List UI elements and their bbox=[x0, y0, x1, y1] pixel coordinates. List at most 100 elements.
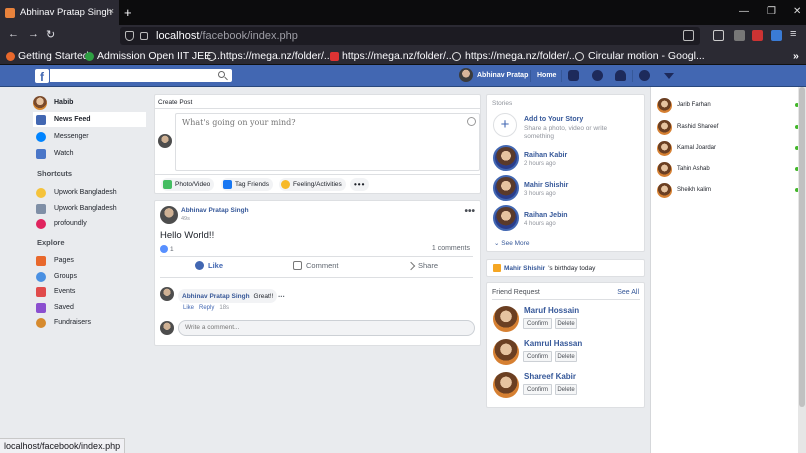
delete-button[interactable]: Delete bbox=[555, 384, 577, 395]
chat-contact[interactable]: Rashid Shareef bbox=[657, 119, 799, 135]
story-name[interactable]: Mahir Shishir bbox=[524, 182, 568, 189]
shield-icon[interactable] bbox=[125, 31, 134, 41]
friend-request-name[interactable]: Kamrul Hassan bbox=[524, 339, 582, 348]
emoji-icon[interactable] bbox=[467, 117, 476, 126]
sidebar-item-messenger[interactable]: Messenger bbox=[33, 129, 146, 144]
feeling-activity-button[interactable]: Feeling/Activities bbox=[279, 178, 346, 191]
browser-tab[interactable]: Abhinav Pratap Singh × bbox=[0, 0, 119, 25]
help-icon[interactable] bbox=[639, 70, 650, 81]
story-name[interactable]: Raihan Jebin bbox=[524, 212, 568, 219]
messenger-icon[interactable] bbox=[592, 70, 603, 81]
comment-options-button[interactable]: ... bbox=[278, 290, 285, 299]
comment-button[interactable]: Comment bbox=[293, 261, 339, 270]
menu-icon[interactable]: ≡ bbox=[790, 28, 796, 40]
avatar[interactable] bbox=[160, 287, 174, 301]
chat-contact[interactable]: Jarib Farhan bbox=[657, 97, 799, 113]
url-bar[interactable]: localhost/facebook/index.php bbox=[120, 27, 700, 45]
bookmark-item[interactable]: https://mega.nz/folder/... bbox=[207, 50, 333, 62]
like-button[interactable]: Like bbox=[195, 261, 223, 270]
delete-button[interactable]: Delete bbox=[555, 351, 577, 362]
forward-icon[interactable]: → bbox=[28, 28, 39, 40]
story-avatar[interactable] bbox=[493, 145, 519, 171]
shortcut-item[interactable]: profoundly bbox=[33, 216, 146, 231]
search-input[interactable] bbox=[50, 69, 232, 82]
window-close-icon[interactable]: ✕ bbox=[793, 6, 801, 17]
minimize-icon[interactable]: — bbox=[739, 6, 749, 17]
notifications-icon[interactable] bbox=[615, 70, 626, 81]
bookmark-item[interactable]: https://mega.nz/folder/... bbox=[330, 50, 455, 62]
tag-friends-button[interactable]: Tag Friends bbox=[221, 178, 273, 191]
friend-request-avatar[interactable] bbox=[493, 372, 519, 398]
post-options-button[interactable]: ••• bbox=[464, 206, 475, 217]
pocket-icon[interactable] bbox=[713, 30, 724, 41]
explore-item[interactable]: Saved bbox=[33, 300, 146, 315]
restore-icon[interactable]: ❐ bbox=[767, 6, 776, 17]
friend-request-name[interactable]: Maruf Hossain bbox=[524, 306, 579, 315]
bookmark-item[interactable]: Admission Open IIT JEE ... bbox=[85, 50, 223, 62]
explore-item[interactable]: Fundraisers bbox=[33, 315, 146, 330]
delete-button[interactable]: Delete bbox=[555, 318, 577, 329]
more-options-button[interactable]: ••• bbox=[350, 178, 370, 191]
chat-contact[interactable]: Tahin Ashab bbox=[657, 161, 799, 177]
comment-reply-link[interactable]: Reply bbox=[199, 305, 214, 311]
friend-requests-icon[interactable] bbox=[568, 70, 579, 81]
explore-item[interactable]: Groups bbox=[33, 269, 146, 284]
bookmark-item[interactable]: Circular motion - Googl... bbox=[575, 50, 705, 62]
home-link[interactable]: Home bbox=[537, 72, 556, 79]
explore-item[interactable]: Pages bbox=[33, 253, 146, 268]
comment-like-link[interactable]: Like bbox=[183, 305, 194, 311]
confirm-button[interactable]: Confirm bbox=[523, 318, 552, 329]
post-composer[interactable] bbox=[175, 113, 480, 171]
back-icon[interactable]: ← bbox=[8, 28, 19, 40]
sidebar-item-news-feed[interactable]: News Feed bbox=[33, 112, 146, 127]
header-user-name[interactable]: Abhinav Pratap bbox=[477, 72, 528, 79]
new-tab-button[interactable]: + bbox=[124, 5, 132, 20]
confirm-button[interactable]: Confirm bbox=[523, 384, 552, 395]
sidebar-profile[interactable]: Habib bbox=[33, 95, 146, 110]
facebook-logo-icon[interactable]: f bbox=[35, 69, 49, 84]
friend-request-avatar[interactable] bbox=[493, 306, 519, 332]
extension-icon[interactable] bbox=[752, 30, 763, 41]
see-all-link[interactable]: See All bbox=[617, 289, 639, 296]
search-icon[interactable] bbox=[218, 71, 225, 78]
like-count[interactable]: 1 bbox=[160, 245, 174, 253]
page-info-icon[interactable] bbox=[140, 32, 148, 40]
story-avatar[interactable] bbox=[493, 205, 519, 231]
comment-input-box[interactable] bbox=[178, 320, 475, 336]
sidebar-item-watch[interactable]: Watch bbox=[33, 146, 146, 161]
chat-contact[interactable]: Kamal Joardar bbox=[657, 140, 799, 156]
confirm-button[interactable]: Confirm bbox=[523, 351, 552, 362]
page-scrollbar[interactable] bbox=[798, 87, 806, 453]
friend-request-avatar[interactable] bbox=[493, 339, 519, 365]
chevron-down-icon[interactable] bbox=[664, 73, 674, 79]
tools-icon[interactable] bbox=[734, 30, 745, 41]
birthday-card[interactable]: Mahir Shishir 's birthday today bbox=[486, 259, 645, 277]
birthday-name[interactable]: Mahir Shishir bbox=[504, 265, 545, 272]
comment-input[interactable] bbox=[185, 324, 455, 331]
more-bookmarks-icon[interactable]: » bbox=[793, 50, 799, 62]
photo-video-button[interactable]: Photo/Video bbox=[161, 178, 215, 191]
see-more-stories-link[interactable]: ⌄ See More bbox=[494, 239, 529, 247]
chat-contact[interactable]: Sheikh kalim bbox=[657, 182, 799, 198]
story-avatar[interactable] bbox=[493, 175, 519, 201]
comments-count[interactable]: 1 comments bbox=[432, 245, 470, 252]
bookmark-item[interactable]: Getting Started bbox=[6, 50, 89, 62]
extension-icon[interactable] bbox=[771, 30, 782, 41]
avatar[interactable] bbox=[459, 68, 473, 82]
scrollbar-thumb[interactable] bbox=[799, 87, 805, 407]
add-story-button[interactable]: + bbox=[493, 113, 517, 137]
comment-author[interactable]: Abhinav Pratap Singh bbox=[182, 293, 250, 300]
post-text-input[interactable] bbox=[182, 118, 442, 127]
avatar[interactable] bbox=[160, 206, 178, 224]
reload-icon[interactable]: ↻ bbox=[46, 28, 55, 41]
story-name[interactable]: Raihan Kabir bbox=[524, 152, 567, 159]
explore-item[interactable]: Events bbox=[33, 284, 146, 299]
shortcut-item[interactable]: Upwork Bangladesh bbox=[33, 201, 146, 216]
friend-request-name[interactable]: Shareef Kabir bbox=[524, 372, 576, 381]
bookmark-item[interactable]: https://mega.nz/folder/... bbox=[452, 50, 578, 62]
post-timestamp[interactable]: 49s bbox=[181, 216, 190, 222]
share-button[interactable]: Share bbox=[406, 261, 438, 270]
add-story-title[interactable]: Add to Your Story bbox=[524, 116, 583, 123]
reader-view-icon[interactable] bbox=[683, 30, 694, 41]
shortcut-item[interactable]: Upwork Bangladesh bbox=[33, 185, 146, 200]
